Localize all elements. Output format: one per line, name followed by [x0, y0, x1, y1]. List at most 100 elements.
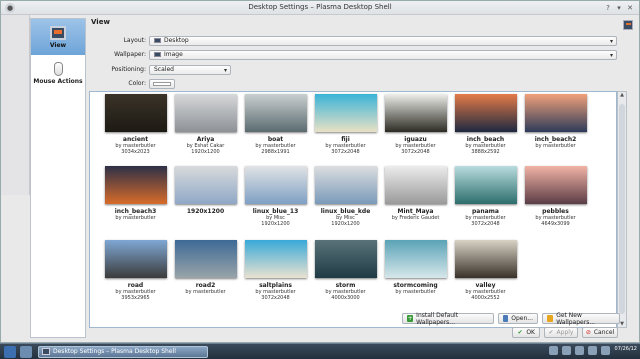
wallpaper-name: Mint_Maya [397, 208, 434, 215]
open-button[interactable]: Open... [498, 313, 538, 324]
wallpaper-tile[interactable]: fiji by masterbutler 3072x2048 [308, 94, 383, 166]
wallpaper-tile[interactable]: panama by masterbutler 3072x2048 [448, 166, 523, 238]
wallpaper-resolution: 1920x1200 [191, 149, 220, 155]
scrollbar-thumb[interactable] [619, 104, 625, 314]
wallpaper-resolution: 1920x1200 [261, 221, 290, 227]
wallpaper-name: storm [335, 282, 356, 289]
wallpaper-name: boat [267, 136, 284, 143]
image-mini-icon [154, 52, 161, 57]
wallpaper-label: Wallpaper: [114, 51, 146, 58]
tray-network-icon[interactable] [549, 346, 558, 355]
wallpaper-thumbnail [524, 166, 587, 204]
wallpaper-tile[interactable]: road by masterbutler 3953x2965 [98, 240, 173, 312]
layout-label: Layout: [123, 37, 146, 44]
apply-button[interactable]: ✔ Apply [544, 327, 578, 338]
folder-icon [503, 315, 509, 322]
wallpaper-tile[interactable]: Mint_Maya by Frederic Gaudet [378, 166, 453, 238]
open-label: Open... [511, 315, 533, 322]
help-icon[interactable]: ? [603, 3, 613, 13]
close-icon[interactable]: ✕ [625, 3, 635, 13]
wallpaper-thumbnail [174, 94, 237, 132]
install-default-wallpapers-button[interactable]: + Install Default Wallpapers... [402, 312, 494, 326]
sidebar-item-label: View [49, 41, 67, 49]
title-bar[interactable]: ● Desktop Settings – Plasma Desktop Shel… [1, 1, 639, 15]
wallpaper-thumbnail [244, 240, 307, 278]
wallpaper-tile[interactable]: saltplains by masterbutler 3072x2048 [238, 240, 313, 312]
wallpaper-thumbnail [244, 166, 307, 204]
wallpaper-name: saltplains [259, 282, 292, 289]
wallpaper-resolution: 1920x1200 [331, 221, 360, 227]
wallpaper-resolution: 3072x2048 [401, 149, 430, 155]
wallpaper-tile[interactable]: boat by masterbutler 2988x1991 [238, 94, 313, 166]
wallpaper-author: by masterbutler [185, 289, 226, 295]
wallpaper-thumbnail [174, 240, 237, 278]
gallery-scrollbar[interactable]: ▲ ▼ [617, 91, 627, 328]
wallpaper-thumbnail [104, 94, 167, 132]
layout-combo[interactable]: Desktop ▾ [149, 35, 617, 46]
wallpaper-thumbnail [104, 166, 167, 204]
mouse-icon [53, 61, 63, 76]
kickoff-icon[interactable] [4, 345, 16, 358]
sidebar-item-mouse-actions[interactable]: Mouse Actions [31, 55, 85, 91]
wallpaper-tile[interactable]: road2 by masterbutler [168, 240, 243, 312]
chevron-down-icon: ▾ [609, 51, 613, 59]
ok-label: OK [526, 329, 535, 336]
wallpaper-tile[interactable]: storm by masterbutler 4000x3000 [308, 240, 383, 312]
minimize-icon[interactable]: ▾ [614, 3, 624, 13]
wallpaper-thumbnail [314, 94, 377, 132]
wallpaper-tile[interactable]: ancient by masterbutler 3034x2023 [98, 94, 173, 166]
wallpaper-thumbnail [174, 166, 237, 204]
clock[interactable]: 07/26/12 [615, 346, 637, 352]
wallpaper-tile[interactable]: linux_blue_13 by Misc 1920x1200 [238, 166, 313, 238]
wallpaper-tile[interactable]: stormcoming by masterbutler [378, 240, 453, 312]
wallpaper-resolution: 3072x2048 [471, 221, 500, 227]
ok-button[interactable]: ✔ OK [512, 327, 540, 338]
wallpaper-tile[interactable]: inch_beach3 by masterbutler [98, 166, 173, 238]
tray-notifications-icon[interactable] [601, 346, 610, 355]
wallpaper-thumbnail [454, 94, 517, 132]
cancel-label: Cancel [593, 329, 615, 336]
wallpaper-thumbnail [524, 94, 587, 132]
positioning-row: Positioning: Scaled ▾ [89, 64, 231, 75]
positioning-value: Scaled [154, 66, 174, 73]
background-window-strip [1, 15, 30, 195]
tray-clipboard-icon[interactable] [562, 346, 571, 355]
wallpaper-tile[interactable]: Ariya by Eshat Cakar 1920x1200 [168, 94, 243, 166]
checkmark-icon: ✔ [517, 329, 523, 336]
wallpaper-combo[interactable]: Image ▾ [149, 49, 617, 60]
wallpaper-thumbnail [104, 240, 167, 278]
wallpaper-tile[interactable]: pebbles by masterbutler 4649x3099 [518, 166, 593, 238]
get-new-wallpapers-button[interactable]: Get New Wallpapers... [542, 312, 620, 326]
view-page: View Layout: Desktop ▾ Wallpaper: Image … [89, 18, 639, 340]
wallpaper-tile[interactable]: linux_blue_kde by Misc 1920x1200 [308, 166, 383, 238]
tray-volume-icon[interactable] [575, 346, 584, 355]
color-picker-button[interactable] [149, 78, 175, 89]
sidebar-item-view[interactable]: View [31, 19, 85, 55]
wallpaper-resolution: 4000x2552 [471, 295, 500, 301]
wallpaper-thumbnail [314, 240, 377, 278]
wallpaper-tile[interactable]: iguazu by masterbutler 3072x2048 [378, 94, 453, 166]
wallpaper-name: panama [472, 208, 499, 215]
scroll-up-icon[interactable]: ▲ [618, 92, 626, 98]
wallpaper-name: 1920x1200 [186, 208, 225, 215]
wallpaper-tile[interactable]: valley by masterbutler 4000x2552 [448, 240, 523, 312]
apply-label: Apply [556, 329, 574, 336]
wallpaper-name: inch_beach3 [114, 208, 157, 215]
wallpaper-author: by masterbutler [395, 289, 436, 295]
wallpaper-name: inch_beach2 [534, 136, 577, 143]
apply-icon: ✔ [548, 329, 554, 336]
cancel-button[interactable]: ⊘ Cancel [582, 327, 618, 338]
wallpaper-name: pebbles [542, 208, 569, 215]
get-new-icon [547, 315, 554, 322]
tray-battery-icon[interactable] [588, 346, 597, 355]
task-desktop-settings[interactable]: Desktop Settings – Plasma Desktop Shell [38, 345, 208, 358]
wallpaper-tile[interactable]: 1920x1200 [168, 166, 243, 238]
positioning-combo[interactable]: Scaled ▾ [149, 64, 231, 75]
system-tray [549, 346, 610, 355]
wallpaper-tile[interactable]: inch_beach2 by masterbutler [518, 94, 593, 166]
wallpaper-row: Wallpaper: Image ▾ [89, 49, 617, 60]
desktop-switcher-icon[interactable] [20, 345, 32, 358]
wallpaper-tile[interactable]: inch_beach by masterbutler 3888x2592 [448, 94, 523, 166]
wallpaper-thumbnail [314, 166, 377, 204]
wallpaper-gallery[interactable]: ancient by masterbutler 3034x2023 Ariya by E… [89, 91, 617, 328]
